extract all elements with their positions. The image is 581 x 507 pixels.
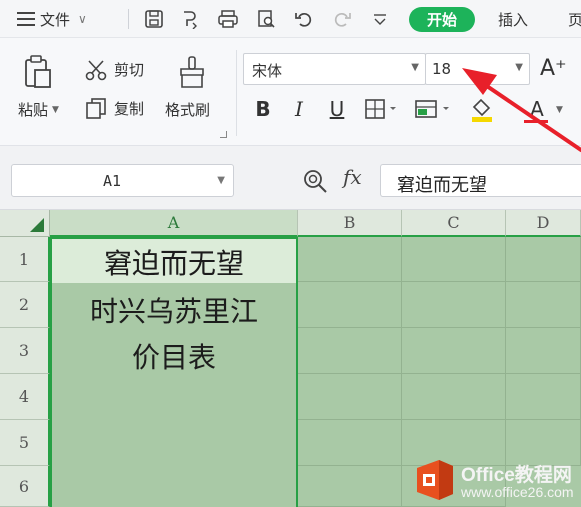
tab-page[interactable]: 页	[568, 8, 581, 30]
caret-down-icon: ▼	[411, 62, 419, 73]
tab-start[interactable]: 开始	[409, 7, 475, 32]
column-header-a[interactable]: A	[50, 210, 298, 237]
select-all-corner[interactable]	[0, 210, 50, 237]
caret-down-icon: ▼	[515, 62, 523, 73]
bold-button[interactable]: B	[252, 95, 274, 123]
name-box[interactable]: A1 ▼	[11, 164, 234, 197]
cell[interactable]	[298, 374, 402, 420]
cell[interactable]	[506, 282, 581, 328]
save-icon[interactable]	[142, 7, 166, 31]
row-header-3[interactable]: 3	[0, 328, 50, 374]
cut-button[interactable]: 剪切	[114, 59, 144, 80]
menu-bar: 文件 ∨ 开始 插入 页	[0, 0, 581, 38]
copy-icon[interactable]	[84, 96, 108, 120]
fill-color-icon[interactable]	[468, 95, 502, 123]
caret-down-icon: ▼	[52, 104, 59, 115]
cell-a2-text: 时兴乌苏里江	[89, 295, 258, 328]
font-size-select[interactable]: 18 ▼	[425, 53, 530, 85]
font-name-value: 宋体	[252, 62, 283, 80]
paste-button[interactable]: 粘贴 ▼	[18, 99, 59, 120]
grow-font-button[interactable]: A⁺	[540, 56, 567, 81]
fx-button[interactable]: fx	[343, 165, 362, 189]
row-header-5[interactable]: 5	[0, 420, 50, 466]
paste-icon[interactable]	[20, 52, 56, 92]
column-header-b[interactable]: B	[298, 210, 402, 237]
row-header-6[interactable]: 6	[0, 466, 50, 507]
cell[interactable]	[298, 466, 402, 507]
format-painter-button[interactable]: 格式刷	[165, 99, 210, 120]
file-menu[interactable]: 文件 ∨	[40, 8, 87, 30]
scissors-icon[interactable]	[84, 58, 108, 82]
row-header-4[interactable]: 4	[0, 374, 50, 420]
font-color-button[interactable]: A	[526, 95, 548, 123]
divider	[128, 9, 129, 29]
paste-label: 粘贴	[18, 101, 49, 119]
cell-style-icon[interactable]	[414, 97, 454, 121]
customize-dropdown-icon[interactable]	[368, 7, 392, 31]
row-header-2[interactable]: 2	[0, 282, 50, 328]
cell[interactable]	[402, 282, 506, 328]
redo-icon[interactable]	[330, 7, 354, 31]
ribbon-divider	[236, 50, 237, 136]
cell[interactable]	[506, 328, 581, 374]
print-preview-icon[interactable]	[254, 7, 278, 31]
cell-a3-text: 价目表	[131, 341, 216, 374]
chevron-down-icon: ∨	[78, 12, 87, 26]
formula-value: 窘迫而无望	[397, 175, 487, 196]
cell[interactable]	[298, 237, 402, 282]
font-name-select[interactable]: 宋体 ▼	[243, 53, 426, 85]
caret-down-icon: ▼	[217, 175, 225, 186]
row-header-1[interactable]: 1	[0, 237, 50, 282]
watermark: Office教程网 www.office26.com	[413, 458, 581, 507]
cell[interactable]	[298, 420, 402, 466]
cell[interactable]	[402, 328, 506, 374]
menu-icon[interactable]	[14, 7, 38, 31]
cell[interactable]	[402, 374, 506, 420]
formula-input[interactable]: 窘迫而无望	[380, 164, 581, 197]
column-header-d[interactable]: D	[506, 210, 581, 237]
cell-a1-text: 窘迫而无望	[103, 247, 244, 280]
undo-icon[interactable]	[292, 7, 316, 31]
italic-button[interactable]: I	[288, 95, 310, 123]
zoom-icon[interactable]	[301, 167, 329, 195]
cell[interactable]	[402, 237, 506, 282]
copy-button[interactable]: 复制	[114, 98, 144, 119]
column-header-c[interactable]: C	[402, 210, 506, 237]
tab-insert[interactable]: 插入	[498, 8, 528, 30]
office-logo-icon	[413, 458, 457, 502]
font-color-swatch	[524, 120, 548, 123]
file-menu-label: 文件	[40, 10, 71, 29]
cell[interactable]	[506, 237, 581, 282]
name-box-value: A1	[102, 172, 122, 190]
print-icon[interactable]	[216, 7, 240, 31]
underline-button[interactable]: U	[326, 95, 348, 123]
caret-down-icon[interactable]: ▼	[556, 105, 563, 115]
cell[interactable]	[506, 374, 581, 420]
watermark-url: www.office26.com	[461, 484, 574, 500]
font-size-value: 18	[432, 60, 452, 78]
cell[interactable]	[298, 328, 402, 374]
border-icon[interactable]	[364, 97, 400, 121]
brush-icon[interactable]	[176, 54, 208, 90]
export-icon[interactable]	[178, 7, 202, 31]
clipboard-launcher-icon[interactable]	[220, 131, 227, 138]
cell[interactable]	[298, 282, 402, 328]
watermark-title: Office教程网	[461, 465, 572, 486]
